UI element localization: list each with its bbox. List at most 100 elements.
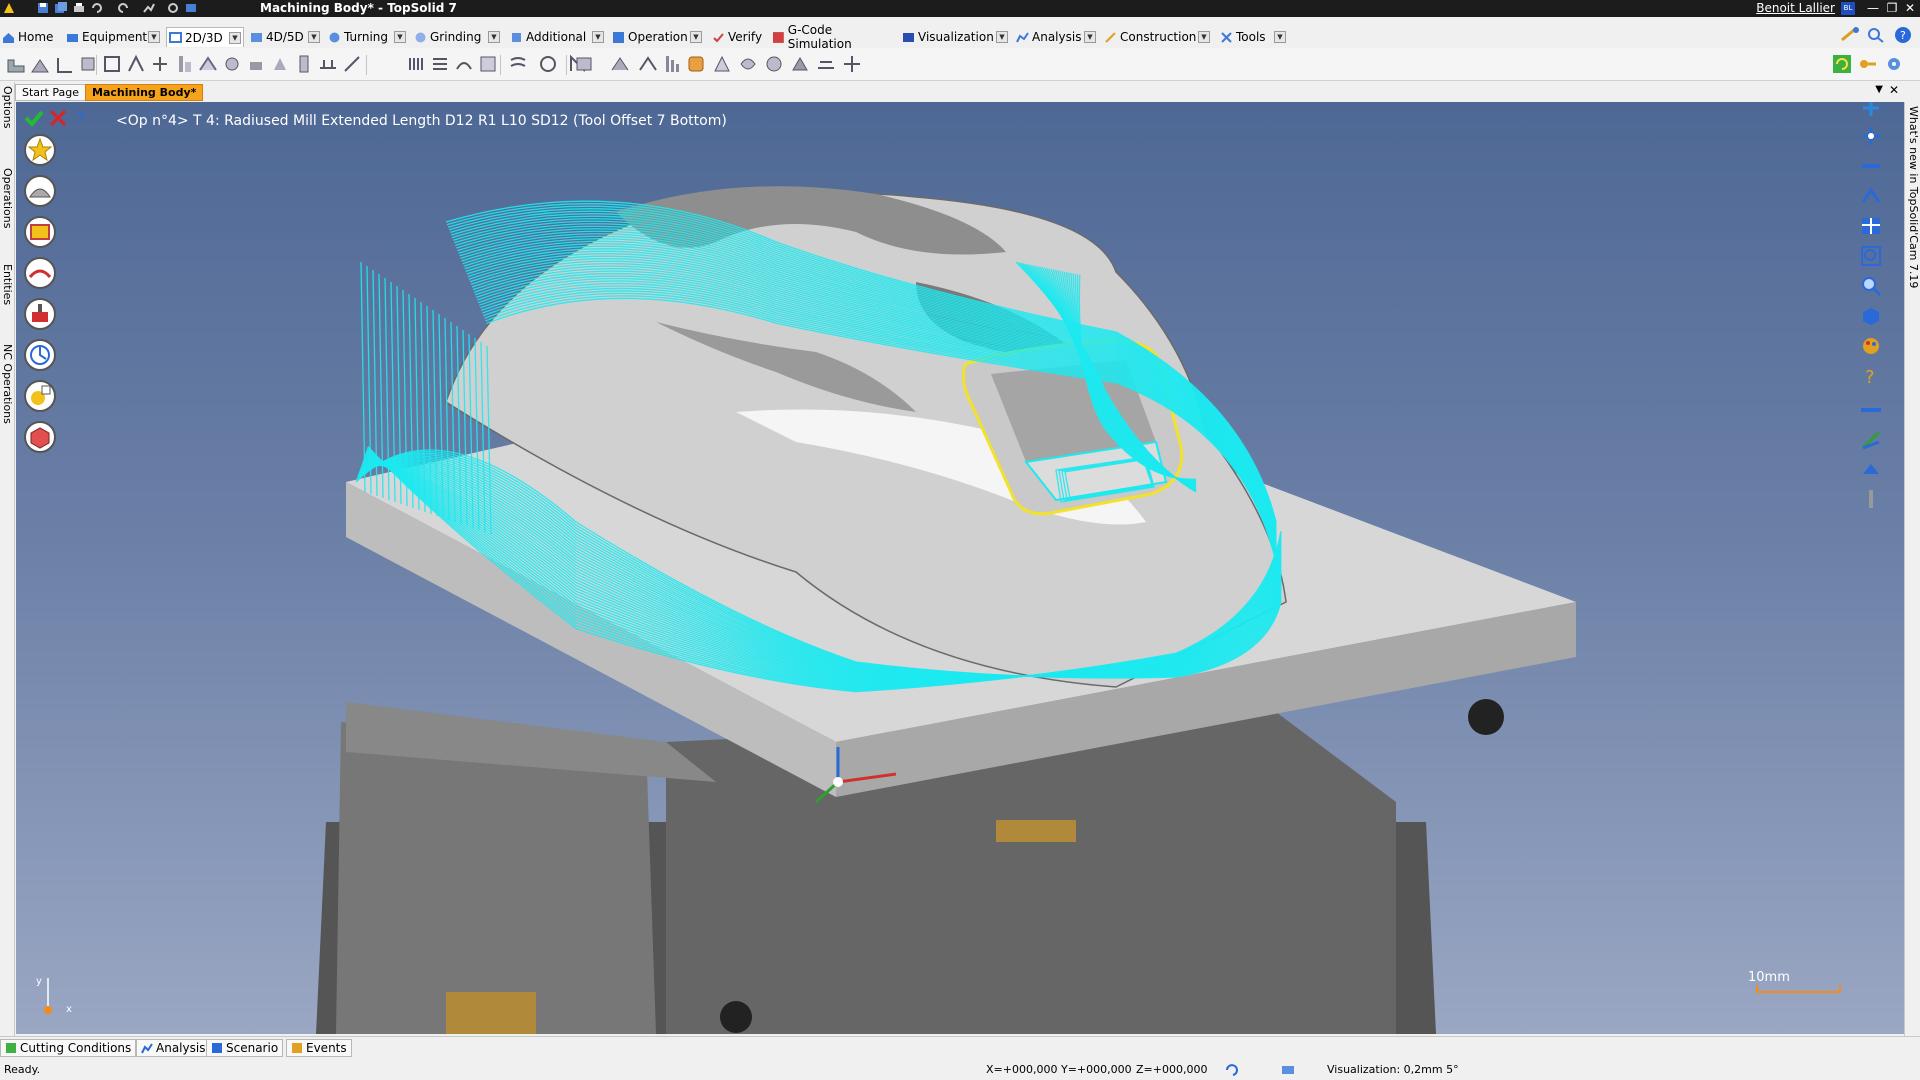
3d-viewport[interactable]: ? <Op n°4> T 4: Radiused Mill Extended L… bbox=[16, 102, 1904, 1034]
chevron-down-icon[interactable]: ▼ bbox=[308, 31, 320, 43]
info-icon[interactable]: ? bbox=[74, 108, 88, 128]
pocket-op-icon[interactable] bbox=[24, 175, 56, 207]
bottom-tab-cutting-conditions[interactable]: Cutting Conditions bbox=[0, 1039, 137, 1057]
tool-icon-27[interactable] bbox=[686, 54, 706, 74]
tool-icon-15[interactable] bbox=[342, 54, 362, 74]
check-icon[interactable] bbox=[24, 108, 44, 128]
display-mode-icon[interactable] bbox=[1280, 1063, 1296, 1077]
vector-icon[interactable] bbox=[1859, 428, 1885, 452]
tool-icon-6[interactable] bbox=[126, 54, 146, 74]
drill-op-icon[interactable] bbox=[24, 298, 56, 330]
tab-2d3d[interactable]: 2D/3D ▼ bbox=[166, 27, 244, 47]
print-icon[interactable] bbox=[72, 1, 88, 16]
tab-analysis[interactable]: Analysis ▼ bbox=[1014, 27, 1100, 47]
tool-icon-20[interactable] bbox=[508, 54, 528, 74]
chevron-down-icon[interactable]: ▼ bbox=[1084, 31, 1096, 43]
bottom-tab-analysis[interactable]: Analysis bbox=[136, 1039, 211, 1057]
snap-icon[interactable] bbox=[1225, 1063, 1241, 1077]
tool-icon-25[interactable] bbox=[638, 54, 658, 74]
tab-tools[interactable]: Tools ▼ bbox=[1218, 27, 1290, 47]
undo-icon[interactable] bbox=[90, 1, 106, 16]
key-icon[interactable] bbox=[1858, 54, 1878, 74]
contour-op-icon[interactable] bbox=[24, 216, 56, 248]
chevron-down-icon[interactable]: ▼ bbox=[1274, 31, 1286, 43]
doc-tab-machining-body[interactable]: Machining Body* bbox=[85, 84, 204, 101]
tool-icon-21[interactable] bbox=[538, 54, 558, 74]
tool-icon-13[interactable] bbox=[294, 54, 314, 74]
tab-gcode-simulation[interactable]: G-Code Simulation bbox=[770, 23, 898, 51]
tool-icon-3[interactable] bbox=[54, 54, 74, 74]
close-tab-icon[interactable]: ✕ bbox=[1889, 83, 1899, 97]
tool-icon-24[interactable] bbox=[610, 54, 630, 74]
rendering-icon[interactable] bbox=[1859, 334, 1885, 358]
bottom-tab-events[interactable]: Events bbox=[286, 1039, 352, 1057]
tool-icon-31[interactable] bbox=[790, 54, 810, 74]
tool-icon-30[interactable] bbox=[764, 54, 784, 74]
chevron-down-icon[interactable]: ▼ bbox=[592, 31, 604, 43]
tool-change-op-icon[interactable] bbox=[24, 380, 56, 412]
tab-verify[interactable]: Verify bbox=[710, 27, 768, 47]
tool-icon-19[interactable] bbox=[478, 54, 498, 74]
tab-equipment[interactable]: Equipment ▼ bbox=[64, 27, 164, 47]
restore-icon[interactable]: ❐ bbox=[1883, 0, 1901, 17]
tool-icon-23[interactable] bbox=[574, 54, 594, 74]
frame-icon[interactable] bbox=[1859, 184, 1885, 208]
measure-icon[interactable] bbox=[1859, 398, 1885, 422]
chevron-down-icon[interactable]: ▼ bbox=[148, 31, 160, 43]
tab-home[interactable]: Home bbox=[0, 27, 62, 47]
close-icon[interactable]: ✕ bbox=[1901, 0, 1919, 17]
tool-icon-28[interactable] bbox=[712, 54, 732, 74]
tool-icon-9[interactable] bbox=[198, 54, 218, 74]
tool-icon-14[interactable] bbox=[318, 54, 338, 74]
tool-icon-7[interactable] bbox=[150, 54, 170, 74]
visualization-setting[interactable]: Visualization: 0,2mm 5° bbox=[1327, 1063, 1459, 1076]
view-cube-icon[interactable] bbox=[1859, 304, 1885, 328]
layout-icon[interactable] bbox=[1859, 214, 1885, 238]
user-name-link[interactable]: Benoit Lallier bbox=[1756, 1, 1835, 15]
app-icon[interactable] bbox=[2, 1, 18, 16]
stock-op-icon[interactable] bbox=[24, 421, 56, 453]
tool-icon-32[interactable] bbox=[816, 54, 836, 74]
plane-icon[interactable] bbox=[1859, 154, 1885, 178]
help-icon[interactable]: ? bbox=[1894, 26, 1912, 44]
tab-grinding[interactable]: Grinding ▼ bbox=[412, 27, 504, 47]
search-icon[interactable] bbox=[1866, 26, 1886, 44]
tool-icon-2[interactable] bbox=[30, 54, 50, 74]
redo-icon[interactable] bbox=[116, 1, 132, 16]
side-tab-options[interactable]: Options bbox=[1, 86, 14, 128]
tool-icon-17[interactable] bbox=[430, 54, 450, 74]
save-all-icon[interactable] bbox=[54, 1, 70, 16]
chevron-down-icon[interactable]: ▼ bbox=[1198, 31, 1210, 43]
tool-icon-1[interactable] bbox=[6, 54, 26, 74]
tab-construction[interactable]: Construction ▼ bbox=[1102, 27, 1214, 47]
side-tab-entities[interactable]: Entities bbox=[1, 264, 14, 305]
machining-scene[interactable] bbox=[16, 102, 1904, 1034]
tool-icon-29[interactable] bbox=[738, 54, 758, 74]
chevron-down-icon[interactable]: ▼ bbox=[690, 31, 702, 43]
wrench-key-icon[interactable] bbox=[1840, 26, 1862, 44]
minimize-icon[interactable]: — bbox=[1864, 0, 1882, 17]
tool-icon-5[interactable] bbox=[102, 54, 122, 74]
chevron-down-icon[interactable]: ▼ bbox=[488, 31, 500, 43]
doc-tab-start-page[interactable]: Start Page bbox=[15, 84, 86, 101]
zoom-icon[interactable] bbox=[1859, 274, 1885, 298]
tab-additional[interactable]: Additional ▼ bbox=[508, 27, 608, 47]
surface-op-icon[interactable] bbox=[24, 257, 56, 289]
chevron-down-icon[interactable]: ▼ bbox=[996, 31, 1008, 43]
zoom-window-icon[interactable] bbox=[1859, 244, 1885, 268]
chevron-down-icon[interactable]: ▼ bbox=[394, 31, 406, 43]
tab-operation[interactable]: Operation ▼ bbox=[610, 27, 706, 47]
favorites-star-icon[interactable] bbox=[24, 134, 56, 166]
tab-list-icon[interactable]: ▼ bbox=[1875, 84, 1883, 95]
customize-icon[interactable] bbox=[184, 1, 200, 16]
tab-4d5d[interactable]: 4D/5D ▼ bbox=[248, 27, 324, 47]
tool-icon-16[interactable] bbox=[406, 54, 426, 74]
history-icon[interactable] bbox=[142, 1, 158, 16]
save-icon[interactable] bbox=[36, 1, 52, 16]
question-tool-icon[interactable]: ? bbox=[1859, 364, 1885, 388]
tool-icon-8[interactable] bbox=[174, 54, 194, 74]
tool-icon-12[interactable] bbox=[270, 54, 290, 74]
side-tab-whats-new[interactable]: What's new in TopSolid'Cam 7.19 bbox=[1907, 106, 1920, 288]
tool-icon-26[interactable] bbox=[662, 54, 682, 74]
add-point-icon[interactable] bbox=[1859, 102, 1885, 120]
